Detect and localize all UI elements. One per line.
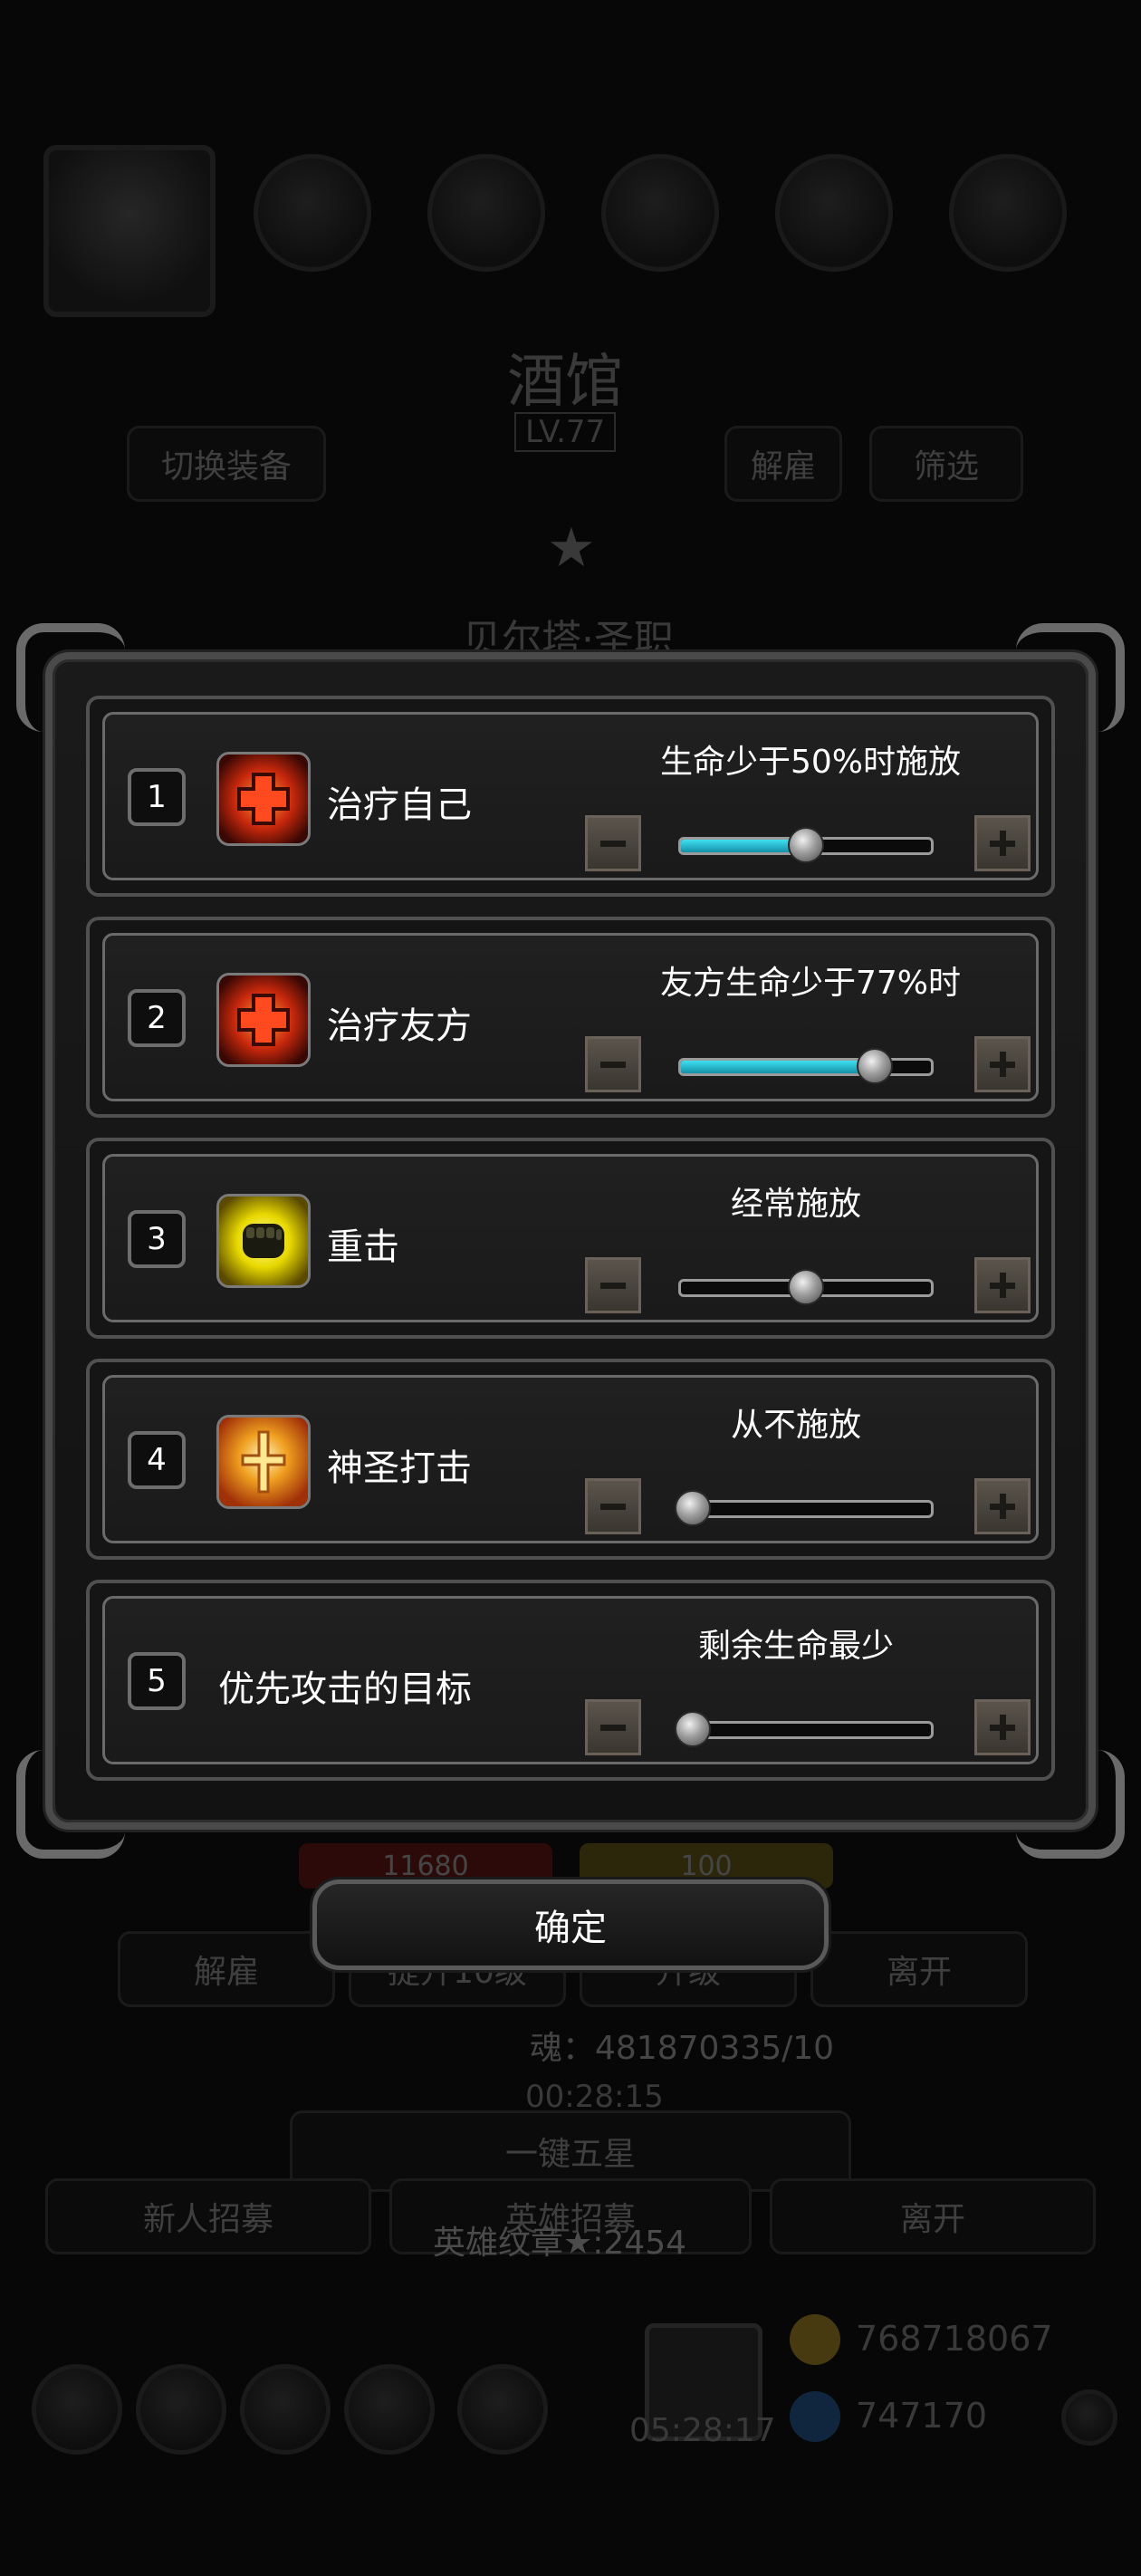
decrease-button[interactable] (585, 1257, 641, 1313)
row-index: 2 (128, 989, 186, 1047)
hero-badge-count: 英雄纹章★:2454 (433, 2225, 687, 2262)
leave-button[interactable]: 离开 (810, 1931, 1028, 2007)
increase-button[interactable] (974, 1257, 1031, 1313)
dismiss-button[interactable]: 解雇 (118, 1931, 335, 2007)
gold-value: 768718067 (856, 2319, 1053, 2359)
holy-strike-icon (216, 1415, 311, 1509)
bottom-nav-icon[interactable] (457, 2364, 548, 2455)
increase-button[interactable] (974, 815, 1031, 871)
slider-knob[interactable] (675, 1490, 711, 1526)
dismiss-top-button[interactable]: 解雇 (724, 426, 842, 502)
ai-row-2: 2 治疗友方 友方生命少于77%时 (86, 917, 1055, 1118)
gem-icon (790, 2391, 840, 2442)
condition-slider-track[interactable] (678, 1058, 934, 1076)
minus-icon (600, 1062, 626, 1068)
hero-name: 酒馆 (507, 349, 623, 416)
plus-icon (990, 1273, 1015, 1298)
ai-row-4: 4 神圣打击 从不施放 (86, 1359, 1055, 1560)
row-index: 5 (128, 1652, 186, 1710)
skill-label: 治疗友方 (327, 1005, 472, 1047)
equipment-slot[interactable] (775, 154, 893, 272)
fist-icon (216, 1194, 311, 1288)
equipment-slot[interactable] (601, 154, 719, 272)
timer-2: 05:28:17 (629, 2412, 776, 2449)
bottom-nav-icon[interactable] (240, 2364, 331, 2455)
condition-label: 经常施放 (730, 1186, 861, 1223)
condition-slider-track[interactable] (678, 1721, 934, 1739)
decrease-button[interactable] (585, 1036, 641, 1092)
filter-button[interactable]: 筛选 (869, 426, 1023, 502)
plus-icon (990, 1494, 1015, 1519)
minus-icon (600, 1283, 626, 1289)
recruit-button[interactable]: 新人招募 (45, 2178, 371, 2254)
hero-portrait[interactable] (43, 145, 216, 317)
slider-knob[interactable] (788, 827, 824, 863)
increase-button[interactable] (974, 1699, 1031, 1755)
slider-knob[interactable] (857, 1048, 894, 1084)
condition-label: 从不施放 (730, 1407, 861, 1444)
add-currency-icon[interactable] (1061, 2389, 1117, 2446)
slider-knob[interactable] (788, 1269, 824, 1305)
equipment-slot[interactable] (949, 154, 1067, 272)
gold-coin-icon (790, 2314, 840, 2365)
leave-bottom-button[interactable]: 离开 (770, 2178, 1096, 2254)
confirm-button[interactable]: 确定 (312, 1879, 829, 1970)
skill-label: 神圣打击 (327, 1447, 472, 1489)
skill-label: 重击 (327, 1226, 399, 1268)
decrease-button[interactable] (585, 815, 641, 871)
decrease-button[interactable] (585, 1699, 641, 1755)
condition-label: 友方生命少于77%时 (660, 965, 962, 1002)
equipment-slot[interactable] (427, 154, 545, 272)
bottom-nav-icon[interactable] (32, 2364, 122, 2455)
hero-level: LV.77 (514, 412, 617, 452)
row-index: 4 (128, 1431, 186, 1489)
condition-label: 剩余生命最少 (697, 1628, 894, 1665)
plus-icon (990, 831, 1015, 856)
row-index: 1 (128, 768, 186, 826)
condition-slider-track[interactable] (678, 1500, 934, 1518)
condition-label: 生命少于50%时施放 (660, 744, 962, 781)
increase-button[interactable] (974, 1478, 1031, 1534)
minus-icon (600, 841, 626, 847)
skill-label: 治疗自己 (327, 784, 472, 826)
plus-icon (990, 1715, 1015, 1740)
ai-row-1: 1 治疗自己 生命少于50%时施放 (86, 696, 1055, 897)
gem-value: 747170 (856, 2396, 988, 2436)
row-index: 3 (128, 1210, 186, 1268)
increase-button[interactable] (974, 1036, 1031, 1092)
bottom-nav-icon[interactable] (344, 2364, 435, 2455)
slider-knob[interactable] (675, 1711, 711, 1747)
decrease-button[interactable] (585, 1478, 641, 1534)
star-icon: ★ (547, 516, 596, 580)
ai-row-3: 3 重击 经常施放 (86, 1138, 1055, 1339)
switch-equipment-button[interactable]: 切换装备 (127, 426, 326, 502)
heal-cross-icon (216, 973, 311, 1067)
timer-1: 00:28:15 (525, 2079, 664, 2115)
soul-counter: 魂：481870335/10 (530, 2030, 835, 2067)
ai-row-5: 5 优先攻击的目标 剩余生命最少 (86, 1580, 1055, 1781)
minus-icon (600, 1504, 626, 1510)
plus-icon (990, 1052, 1015, 1077)
skill-label: 优先攻击的目标 (218, 1668, 472, 1710)
heal-cross-icon (216, 752, 311, 846)
bottom-nav-icon[interactable] (136, 2364, 226, 2455)
equipment-slot[interactable] (254, 154, 371, 272)
minus-icon (600, 1725, 626, 1731)
